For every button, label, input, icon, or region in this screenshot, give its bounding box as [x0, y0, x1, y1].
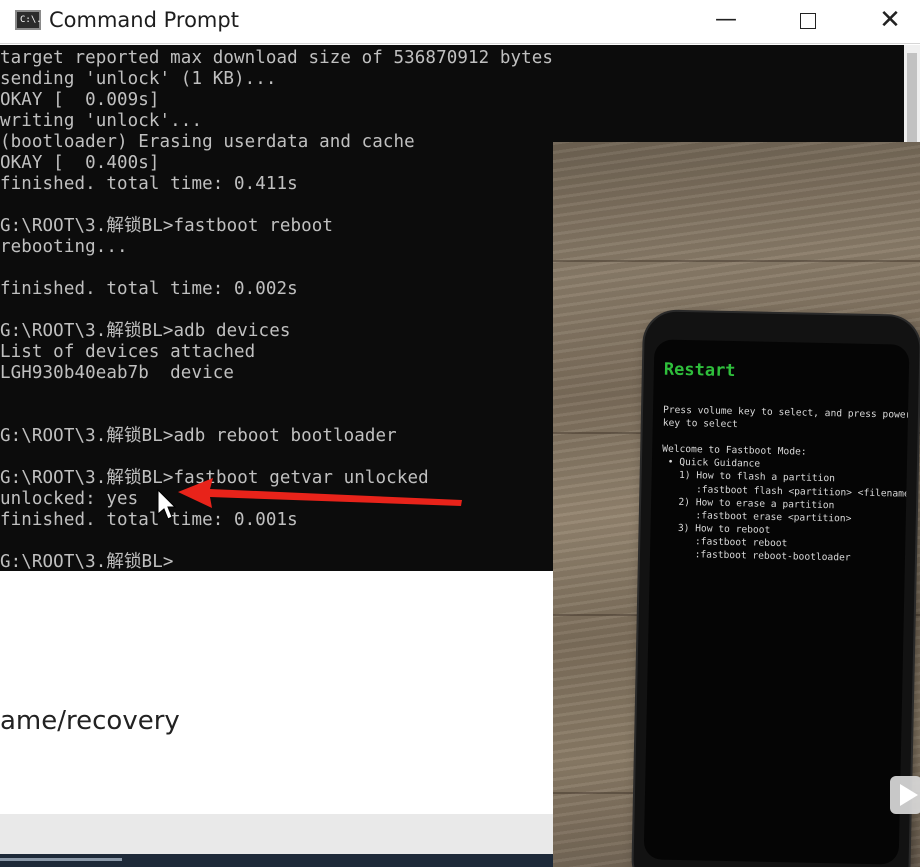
console-line: writing 'unlock'... — [0, 111, 203, 131]
background-document: ame/recovery — [0, 572, 556, 867]
minimize-icon: — — [715, 7, 737, 32]
console-line: finished. total time: 0.411s — [0, 174, 298, 194]
phone-screen: Restart Press volume key to select, and … — [643, 339, 910, 865]
console-line: OKAY [ 0.009s] — [0, 90, 160, 110]
close-button[interactable]: ✕ — [860, 0, 920, 44]
console-line: unlocked: yes — [0, 489, 139, 509]
fastboot-guidance-text: Press volume key to select, and press po… — [660, 404, 909, 566]
console-line: List of devices attached — [0, 342, 256, 362]
console-line: sending 'unlock' (1 KB)... — [0, 69, 277, 89]
console-line: LGH930b40eab7b device — [0, 363, 234, 383]
scrollbar-thumb[interactable] — [907, 53, 917, 143]
console-line: G:\ROOT\3.解锁BL>fastboot reboot — [0, 216, 334, 236]
console-line: G:\ROOT\3.解锁BL>fastboot getvar unlocked — [0, 468, 429, 488]
console-line: rebooting... — [0, 237, 128, 257]
console-line: target reported max download size of 536… — [0, 48, 554, 68]
console-line: G:\ROOT\3.解锁BL>adb reboot bootloader — [0, 426, 397, 446]
console-line: G:\ROOT\3.解锁BL> — [0, 552, 174, 571]
play-icon[interactable] — [888, 768, 920, 818]
close-icon: ✕ — [879, 5, 901, 35]
maximize-icon — [800, 13, 816, 29]
console-line: finished. total time: 0.002s — [0, 279, 298, 299]
maximize-button[interactable] — [778, 0, 838, 44]
console-line: (bootloader) Erasing userdata and cache — [0, 132, 415, 152]
console-line: OKAY [ 0.400s] — [0, 153, 160, 173]
console-line: finished. total time: 0.001s — [0, 510, 298, 530]
document-footer — [0, 814, 556, 867]
cmd-icon: C:\. — [15, 10, 42, 30]
wood-seam — [553, 260, 920, 262]
console-text: target reported max download size of 536… — [0, 48, 553, 571]
window-title: Command Prompt — [49, 8, 239, 32]
progress-fill — [0, 858, 122, 861]
title-bar[interactable]: C:\. Command Prompt — ✕ — [0, 0, 920, 44]
progress-bar[interactable] — [0, 854, 556, 867]
document-text: ame/recovery — [0, 706, 180, 736]
console-line: G:\ROOT\3.解锁BL>adb devices — [0, 321, 291, 341]
minimize-button[interactable]: — — [696, 0, 756, 44]
fastboot-menu-title: Restart — [663, 359, 736, 382]
phone-device: Restart Press volume key to select, and … — [632, 311, 920, 867]
phone-photo: Restart Press volume key to select, and … — [553, 142, 920, 867]
